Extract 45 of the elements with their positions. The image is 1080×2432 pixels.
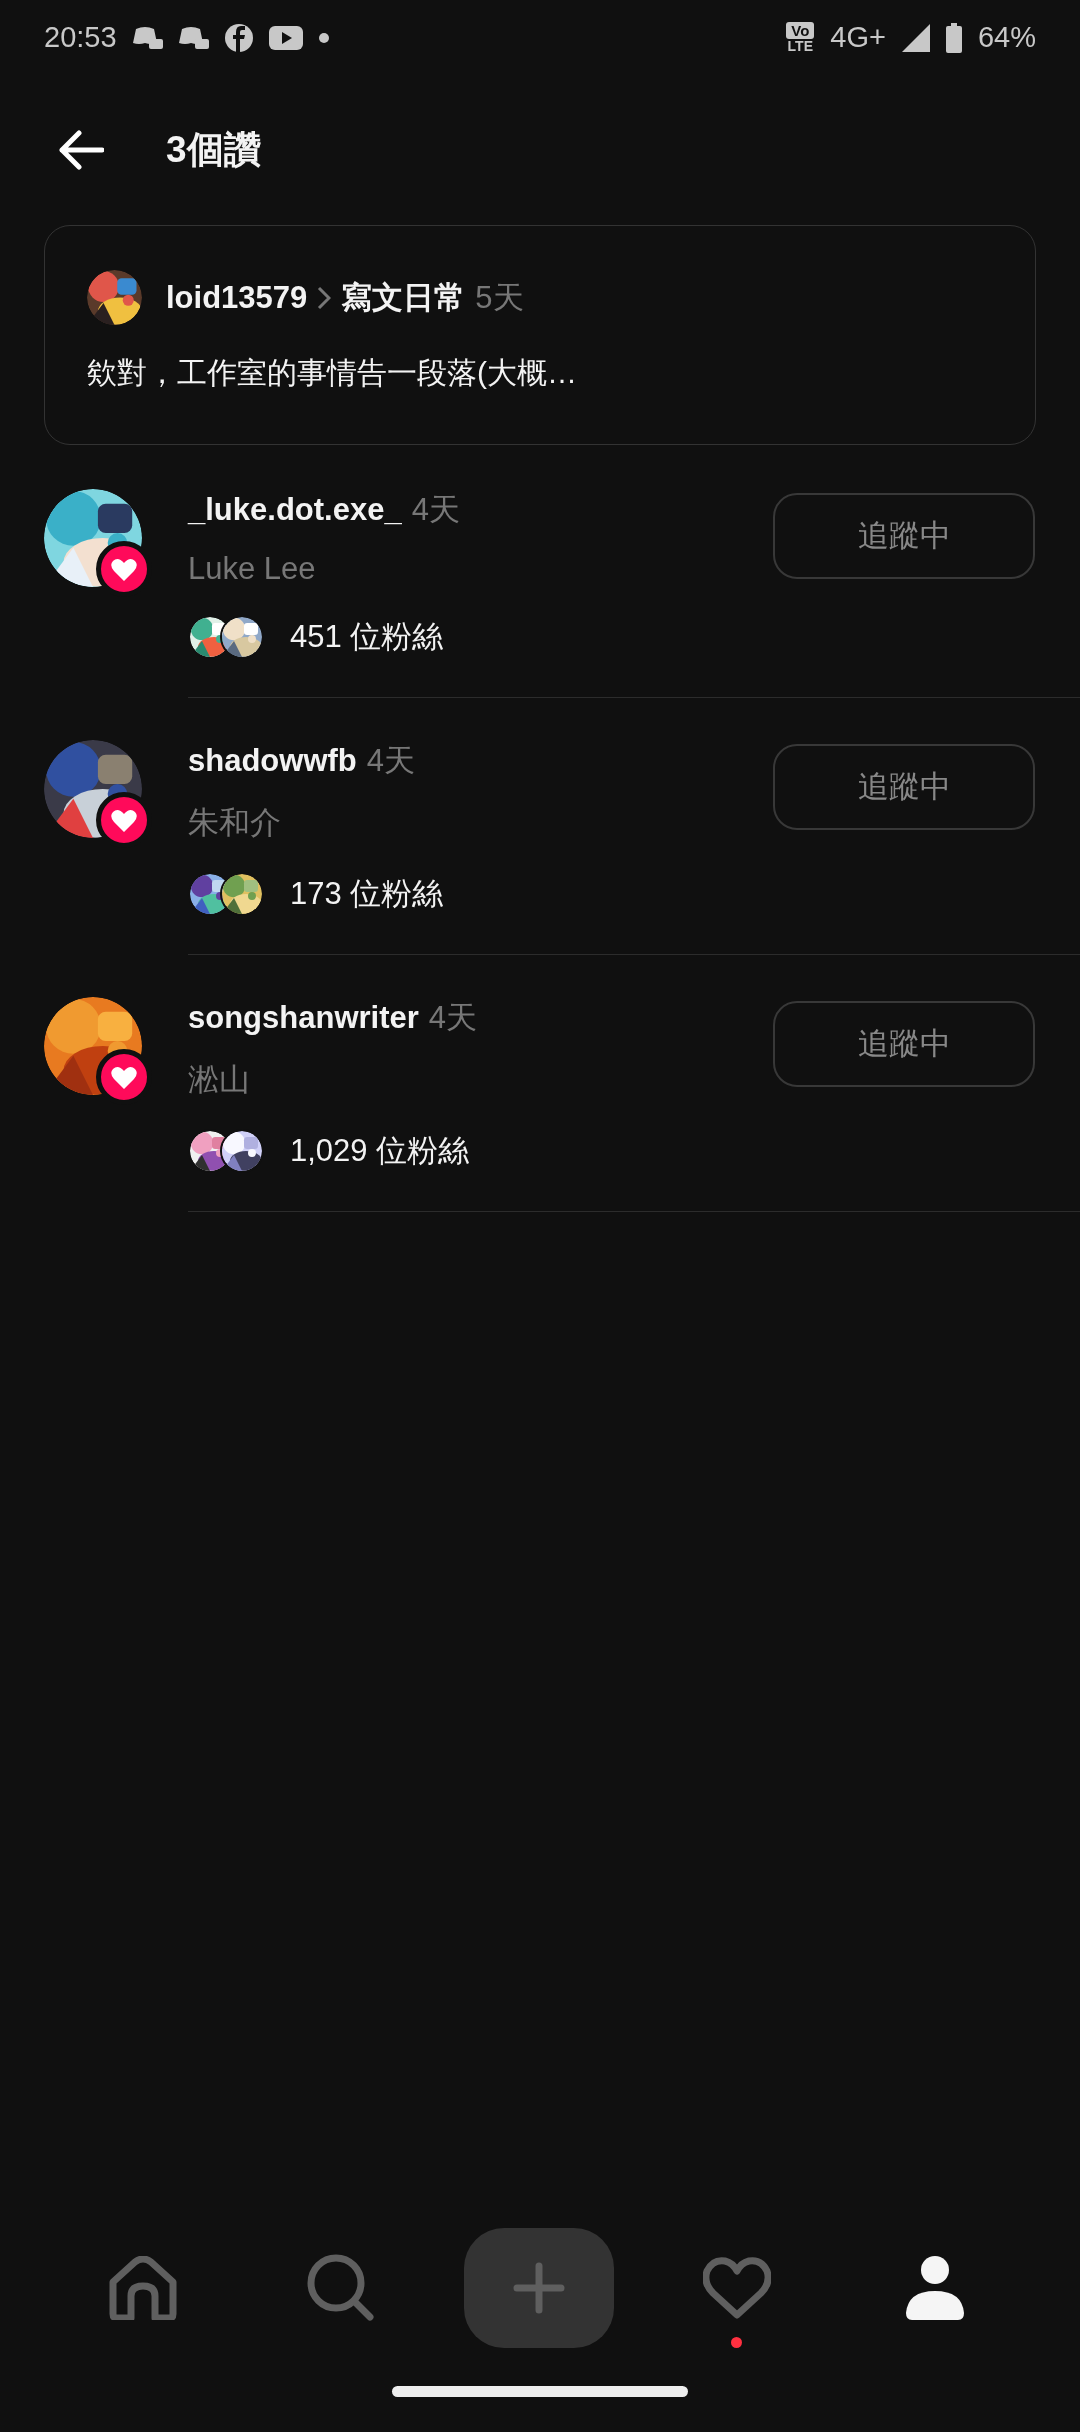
play-icon <box>268 25 303 50</box>
profile-icon <box>904 2254 966 2321</box>
chat-bubble-icon <box>132 24 163 51</box>
network-type: 4G+ <box>830 21 886 54</box>
topic-name[interactable]: 寫文日常 <box>341 276 466 319</box>
home-indicator[interactable] <box>392 2385 688 2397</box>
back-icon[interactable] <box>58 130 104 170</box>
post-age: 5天 <box>475 278 524 317</box>
chevron-icon <box>317 285 332 310</box>
signal-icon <box>901 23 930 52</box>
chat-bubble-icon <box>178 24 209 51</box>
like-age: 4天 <box>428 999 478 1037</box>
username[interactable]: _luke.dot.exe_ <box>188 492 402 528</box>
battery-icon <box>945 22 962 53</box>
like-age: 4天 <box>366 742 416 780</box>
display-name: 淞山 <box>188 1061 251 1099</box>
username[interactable]: shadowwfb <box>188 743 357 779</box>
heart-icon <box>111 1065 137 1089</box>
post-card[interactable]: loid13579 寫文日常 5天 欸對，工作室的事情告一段落(大概… <box>44 225 1036 445</box>
following-button[interactable]: 追蹤中 <box>773 1001 1035 1087</box>
heart-icon <box>111 808 137 832</box>
follower-count: 173 位粉絲 <box>290 875 444 913</box>
following-button[interactable]: 追蹤中 <box>773 744 1035 830</box>
volte-label: Vo <box>786 22 815 39</box>
volte-label: LTE <box>787 39 813 53</box>
author-name[interactable]: loid13579 <box>166 279 308 316</box>
display-name: 朱和介 <box>188 804 282 842</box>
dot-icon <box>318 32 329 43</box>
home-icon <box>109 2255 177 2320</box>
post-excerpt: 欸對，工作室的事情告一段落(大概… <box>87 355 578 391</box>
create-button[interactable] <box>464 2227 614 2348</box>
social-app-icon <box>224 23 253 52</box>
display-name: Luke Lee <box>188 551 317 587</box>
page-title: 3個讚 <box>166 128 261 172</box>
username[interactable]: songshanwriter <box>188 1000 419 1036</box>
heart-icon <box>111 557 137 581</box>
search-icon <box>307 2253 375 2322</box>
battery-level: 64% <box>977 21 1036 54</box>
heart-icon <box>703 2256 771 2319</box>
clock: 20:53 <box>44 21 117 54</box>
following-button[interactable]: 追蹤中 <box>773 493 1035 579</box>
plus-icon <box>513 2261 565 2314</box>
follower-count: 451 位粉絲 <box>290 618 444 656</box>
like-age: 4天 <box>411 491 460 529</box>
follower-count: 1,029 位粉絲 <box>290 1132 470 1170</box>
